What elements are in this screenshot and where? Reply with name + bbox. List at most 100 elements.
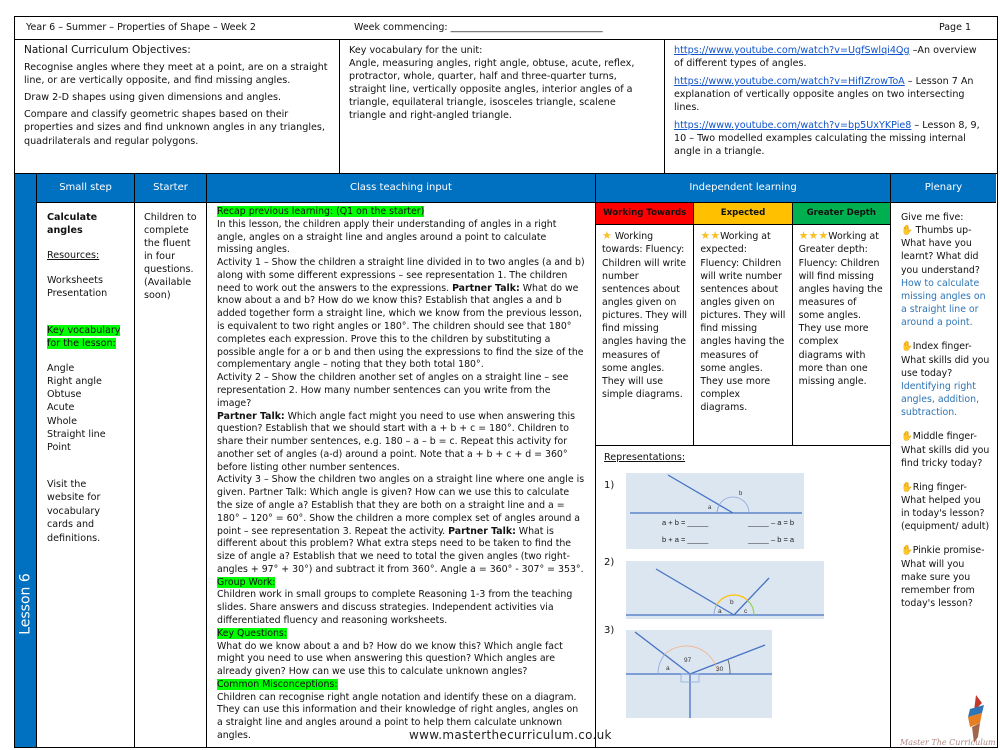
lesson-label: Lesson 6: [16, 573, 33, 635]
hand-icon: ✋: [901, 431, 913, 443]
video-link[interactable]: https://www.youtube.com/watch?v=HifIZrow…: [674, 76, 905, 87]
video-links: https://www.youtube.com/watch?v=UgfSwlqi…: [665, 39, 997, 173]
key-vocab-label: Key vocabulary for the lesson:: [47, 325, 121, 350]
star-icon: ★★★: [798, 229, 829, 242]
level-headers: Working Towards Expected Greater Depth: [596, 203, 890, 225]
level-descriptions: ★ Working towards: Fluency: Children wil…: [596, 225, 890, 446]
plenary-item: ✋Ring finger- What helped you in today's…: [901, 481, 990, 533]
footer-website[interactable]: www.masterthecurriculum.co.uk: [409, 727, 612, 743]
objective-item: Draw 2-D shapes using given dimensions a…: [24, 92, 282, 104]
independent-header: Independent learning: [596, 174, 890, 203]
ray-line: [634, 631, 691, 675]
starter-header: Starter: [135, 174, 206, 203]
greater-depth-text: ★★★Working at Greater depth: Fluency: Ch…: [798, 229, 883, 387]
resources-label: Resources:: [47, 250, 100, 262]
misconceptions-label: Common Misconceptions:: [217, 678, 338, 690]
key-questions-text: What do we know about a and b? How do we…: [217, 640, 563, 678]
angle-c-arc: [747, 600, 755, 616]
plenary-intro: Give me five:: [901, 212, 964, 223]
level-greater-depth: Greater Depth: [792, 203, 890, 224]
angle-label: a: [718, 608, 722, 615]
plenary-item: ✋Index finger- What skills did you use t…: [901, 341, 990, 419]
objective-item: Recognise angles where they meet at a po…: [24, 62, 328, 87]
plenary-item: ✋Pinkie promise- What will you make sure…: [901, 545, 985, 610]
plenary-item: ✋ Thumbs up- What have you learnt? What …: [901, 225, 986, 329]
website-note: Visit the website for vocabulary cards a…: [47, 478, 101, 545]
vocab-item: Acute: [47, 402, 75, 414]
angle-label: a: [666, 665, 670, 672]
resource-item: Worksheets: [47, 275, 103, 287]
angle-label: b: [730, 599, 734, 606]
key-questions-label: Key Questions:: [217, 627, 287, 639]
vocab-item: Angle: [47, 363, 75, 375]
objective-item: Compare and classify geometric shapes ba…: [24, 109, 325, 147]
angle-a-arc: [713, 604, 718, 616]
angle-label: a: [708, 505, 712, 511]
vocab-item: Point: [47, 441, 71, 453]
representations: Representations: 1) a b a + b = _____ __…: [596, 446, 890, 746]
document-title: Year 6 – Summer – Properties of Shape – …: [26, 21, 256, 33]
hand-icon: ✋: [901, 545, 913, 557]
angle-label: b: [739, 491, 743, 497]
working-towards-text: ★ Working towards: Fluency: Children wil…: [596, 225, 695, 445]
starter-column: Starter Children to complete the fluent …: [135, 174, 207, 747]
equation: a + b = _____: [662, 518, 709, 527]
activity-3: Activity 3 – Show the children two angle…: [217, 474, 585, 575]
level-working-towards: Working Towards: [596, 203, 695, 224]
ray-line: [655, 568, 735, 616]
resource-item: Presentation: [47, 288, 108, 300]
representations-title: Representations:: [604, 452, 686, 463]
expected-text: ★★Working at expected: Fluency: Children…: [694, 225, 793, 445]
link-item: https://www.youtube.com/watch?v=bp5UxYKP…: [674, 119, 988, 158]
representation-3-diagram: a 97 30: [626, 630, 772, 718]
angle-label: c: [744, 608, 748, 615]
star-icon: ★★: [700, 229, 721, 242]
vocab-item: Whole: [47, 415, 78, 427]
rep-number: 3): [604, 625, 615, 636]
top-info-row: National Curriculum Objectives: Recognis…: [14, 39, 998, 174]
independent-learning-column: Independent learning Working Towards Exp…: [596, 174, 891, 747]
small-step-title: Calculate angles: [47, 212, 98, 237]
angle-label: 30: [716, 666, 724, 673]
vocab-item: Straight line: [47, 428, 106, 440]
link-item: https://www.youtube.com/watch?v=HifIZrow…: [674, 75, 988, 114]
angle-30-arc: [727, 659, 731, 675]
rep-number: 2): [604, 557, 615, 568]
hand-icon: ✋: [901, 225, 913, 237]
brand-logo-icon: [968, 695, 984, 743]
hand-icon: ✋: [901, 341, 913, 353]
video-link[interactable]: https://www.youtube.com/watch?v=UgfSwlqi…: [674, 45, 910, 56]
curriculum-objectives: National Curriculum Objectives: Recognis…: [15, 39, 340, 173]
equation: _____ – a = b: [748, 518, 795, 527]
week-commencing-field: Week commencing: _______________________…: [354, 21, 603, 33]
level-expected: Expected: [694, 203, 793, 224]
vocabulary-text: Angle, measuring angles, right angle, ob…: [349, 58, 635, 122]
ray-line: [667, 474, 734, 514]
vocabulary-title: Key vocabulary for the unit:: [349, 45, 483, 56]
small-step-column: Small step Calculate angles Resources: W…: [37, 174, 135, 747]
link-item: https://www.youtube.com/watch?v=UgfSwlqi…: [674, 44, 988, 70]
plenary-item: ✋Middle finger- What skills did you find…: [901, 431, 990, 469]
vocab-item: Right angle: [47, 376, 102, 388]
activity-1: Activity 1 – Show the children a straigh…: [217, 257, 585, 371]
equation: _____ – b = a: [748, 535, 795, 544]
starter-note: (Available soon): [144, 277, 192, 302]
representation-2-diagram: a b c: [626, 561, 824, 619]
starter-text: Children to complete the fluent in four …: [144, 212, 197, 276]
plenary-header: Plenary: [891, 174, 996, 203]
lesson-label-bar: Lesson 6: [15, 174, 37, 747]
header-bar: Year 6 – Summer – Properties of Shape – …: [14, 16, 998, 40]
unit-vocabulary: Key vocabulary for the unit: Angle, meas…: [340, 39, 665, 173]
rep-number: 1): [604, 480, 615, 491]
class-teaching-column: Class teaching input Recap previous lear…: [207, 174, 596, 747]
lesson-plan-grid: Lesson 6 Small step Calculate angles Res…: [14, 174, 998, 748]
vocab-item: Obtuse: [47, 389, 82, 401]
ray-line: [733, 577, 770, 616]
hand-icon: ✋: [901, 481, 913, 493]
class-teaching-header: Class teaching input: [207, 174, 595, 203]
star-icon: ★: [602, 229, 612, 242]
video-link[interactable]: https://www.youtube.com/watch?v=bp5UxYKP…: [674, 120, 911, 131]
lesson-intro: In this lesson, the children apply their…: [217, 218, 557, 256]
angle-97-arc: [664, 645, 719, 675]
group-work-label: Group Work:: [217, 576, 276, 588]
